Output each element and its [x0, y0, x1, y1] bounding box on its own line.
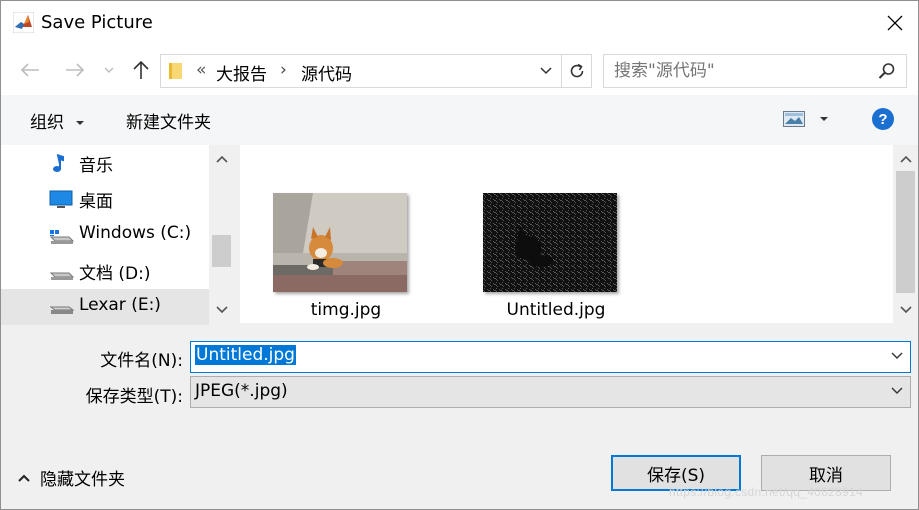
recent-locations-button[interactable] [99, 59, 119, 81]
watermark-text: https://blog.csdn.net/qq_40828914 [669, 485, 864, 499]
window-title: Save Picture [41, 12, 153, 33]
folder-icon [169, 63, 182, 79]
chevron-down-icon [216, 306, 228, 314]
organize-menu[interactable]: 组织 [30, 108, 85, 133]
nav-item-label: Windows (C:) [79, 223, 192, 243]
refresh-icon [570, 63, 584, 78]
forward-button[interactable] [63, 59, 87, 81]
filename-value[interactable]: Untitled.jpg [195, 345, 296, 365]
search-icon[interactable] [878, 62, 896, 80]
search-box [603, 54, 907, 88]
scroll-thumb[interactable] [212, 235, 231, 267]
filetype-select[interactable]: JPEG(*.jpg) [190, 376, 911, 408]
nav-item-music[interactable]: 音乐 [1, 145, 209, 181]
hide-folders-label: 隐藏文件夹 [40, 470, 125, 490]
nav-item-desktop[interactable]: 桌面 [1, 181, 209, 217]
up-button[interactable] [129, 59, 153, 81]
file-item[interactable]: Untitled.jpg [453, 193, 617, 323]
music-icon [53, 154, 64, 172]
filename-label: 文件名(N): [100, 351, 183, 371]
hide-folders-toggle[interactable]: 隐藏文件夹 [17, 465, 125, 490]
dog-edge-photo-thumbnail [483, 193, 617, 292]
desktop-icon [49, 190, 73, 208]
organize-label: 组织 [30, 113, 64, 133]
nav-item-label: 音乐 [79, 156, 113, 176]
help-button[interactable]: ? [872, 108, 894, 130]
file-scrollbar[interactable] [893, 145, 918, 323]
windows-drive-icon [49, 230, 75, 244]
chevron-down-icon [900, 306, 912, 314]
breadcrumb-item[interactable]: 源代码 [301, 60, 352, 85]
nav-scrollbar[interactable] [209, 145, 234, 323]
close-button[interactable] [872, 1, 918, 45]
filename-input[interactable]: Untitled.jpg [190, 341, 911, 373]
chevron-down-icon [104, 67, 114, 73]
scroll-up-arrow[interactable] [898, 151, 914, 167]
chevron-down-icon[interactable] [891, 387, 903, 395]
refresh-button[interactable] [561, 55, 592, 87]
dropdown-arrow-icon [76, 121, 85, 125]
filetype-label: 保存类型(T): [85, 387, 183, 407]
back-arrow-icon [20, 63, 39, 77]
matlab-icon [13, 12, 34, 33]
file-name: Untitled.jpg [506, 300, 606, 320]
file-item[interactable]: timg.jpg [243, 193, 407, 323]
chevron-up-icon [900, 155, 912, 163]
view-dropdown-icon[interactable] [819, 115, 829, 123]
nav-item-label: 桌面 [79, 192, 113, 212]
usb-drive-icon [49, 306, 75, 314]
file-name: timg.jpg [310, 300, 382, 320]
chevron-up-icon [216, 155, 228, 163]
nav-item-label: Lexar (E:) [79, 295, 161, 315]
new-folder-button[interactable]: 新建文件夹 [126, 108, 211, 133]
file-list: timg.jpg Untitled.jpg [240, 145, 918, 323]
scroll-down-arrow[interactable] [214, 302, 230, 318]
view-options-icon[interactable] [783, 111, 805, 127]
breadcrumb-separator[interactable]: › [280, 60, 287, 80]
close-icon [887, 15, 903, 31]
save-picture-dialog: Save Picture « 大报告 › 源代码 搜索"源代码" 组织 新建文件… [0, 0, 919, 510]
scroll-down-arrow[interactable] [898, 302, 914, 318]
chevron-down-icon[interactable] [891, 352, 903, 360]
up-arrow-icon [133, 60, 149, 79]
address-box[interactable]: « 大报告 › 源代码 [160, 54, 592, 88]
search-input[interactable] [612, 58, 866, 84]
nav-item-windows-drive[interactable]: Windows (C:) [1, 217, 209, 253]
nav-item-lexar-drive[interactable]: Lexar (E:) [1, 289, 209, 325]
chevron-up-icon [18, 474, 30, 482]
address-row: « 大报告 › 源代码 [1, 45, 918, 95]
back-button[interactable] [18, 59, 42, 81]
nav-item-label: 文档 (D:) [79, 264, 151, 284]
navigation-pane: 音乐 桌面 Windows (C:) 文档 (D:) Lexar (E:) [1, 145, 234, 325]
filetype-value: JPEG(*.jpg) [195, 381, 288, 401]
nav-item-documents-drive[interactable]: 文档 (D:) [1, 253, 209, 289]
command-bar: 组织 新建文件夹 ? [1, 95, 918, 145]
drive-icon [49, 272, 75, 280]
scroll-thumb[interactable] [896, 171, 915, 293]
title-bar: Save Picture [1, 1, 918, 45]
dog-photo-thumbnail [273, 193, 407, 292]
help-icon: ? [878, 110, 888, 128]
breadcrumb-item[interactable]: 大报告 [216, 60, 267, 85]
chevron-down-icon[interactable] [539, 62, 553, 78]
overflow-chevron[interactable]: « [196, 60, 206, 80]
forward-arrow-icon [66, 63, 85, 77]
scroll-up-arrow[interactable] [214, 151, 230, 167]
